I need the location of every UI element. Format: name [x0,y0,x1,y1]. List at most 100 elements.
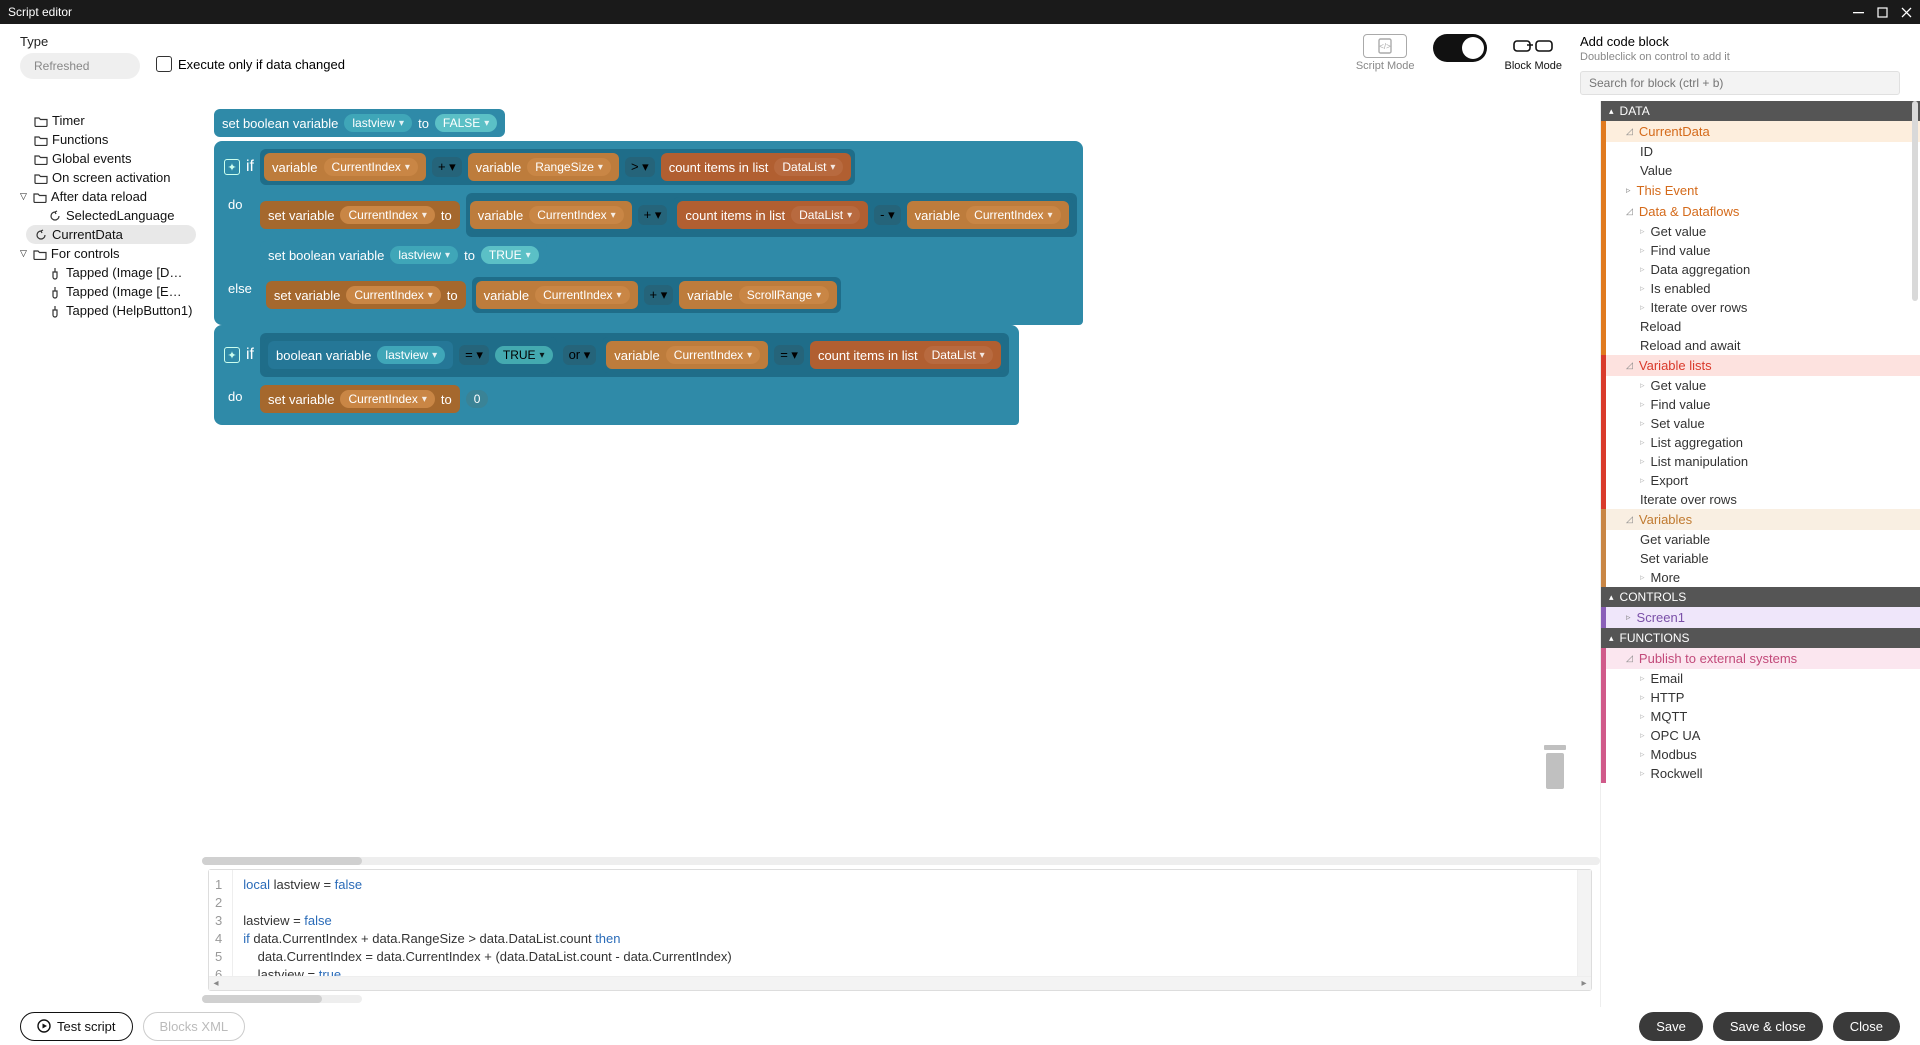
block-bool-var[interactable]: boolean variablelastview▾ [268,341,453,369]
tree-timer[interactable]: Timer [34,111,196,130]
code-vscroll[interactable] [1577,870,1591,990]
save-button[interactable]: Save [1639,1012,1703,1041]
block-set-var[interactable]: set variableCurrentIndex▾to [260,201,460,229]
save-close-button[interactable]: Save & close [1713,1012,1823,1041]
tree-for-controls[interactable]: ▽For controls [20,244,196,263]
item-value[interactable]: Value [1606,161,1920,180]
block-set-var[interactable]: set variableCurrentIndex▾to [260,385,460,413]
script-mode-icon[interactable]: </> [1363,34,1407,58]
value-false[interactable]: FALSE▾ [435,114,497,132]
item-iterate-rows[interactable]: ▹Iterate over rows [1606,298,1920,317]
group-publish[interactable]: ◿Publish to external systems [1606,648,1920,669]
item-rockwell[interactable]: ▹Rockwell [1606,764,1920,783]
close-button[interactable]: Close [1833,1012,1900,1041]
tree-on-screen[interactable]: On screen activation [34,168,196,187]
tree-current-data[interactable]: CurrentData [26,225,196,244]
value-true[interactable]: TRUE▾ [495,346,553,364]
code-text[interactable]: local lastview = false lastview = false … [233,870,1577,990]
item-mqtt[interactable]: ▹MQTT [1606,707,1920,726]
trash-icon[interactable] [1540,743,1570,793]
block-set-bool[interactable]: set boolean variable lastview▾ to TRUE▾ [260,241,547,269]
block-mode-icon[interactable] [1511,34,1555,58]
item-id[interactable]: ID [1606,142,1920,161]
block-variable[interactable]: variableCurrentIndex▾ [264,153,426,181]
item-vl-get[interactable]: ▹Get value [1606,376,1920,395]
item-more[interactable]: ▹More [1606,568,1920,587]
group-this-event[interactable]: ▹This Event [1606,180,1920,201]
maximize-icon[interactable] [1876,6,1888,18]
item-reload-await[interactable]: Reload and await [1606,336,1920,355]
op-plus[interactable]: + ▾ [432,157,462,177]
item-find-value[interactable]: ▹Find value [1606,241,1920,260]
section-controls[interactable]: ▴CONTROLS [1601,587,1920,607]
group-screen1[interactable]: ▹Screen1 [1606,607,1920,628]
tree-tap-help[interactable]: Tapped (HelpButton1) [34,301,196,320]
item-vl-iterate[interactable]: Iterate over rows [1606,490,1920,509]
item-reload[interactable]: Reload [1606,317,1920,336]
item-vl-listmanip[interactable]: ▹List manipulation [1606,452,1920,471]
section-functions[interactable]: ▴FUNCTIONS [1601,628,1920,648]
block-count-items[interactable]: count items in listDataList▾ [810,341,1001,369]
blocks-xml-button[interactable]: Blocks XML [143,1012,246,1041]
tree-tap-en[interactable]: Tapped (Image [EN_50px]) [34,282,196,301]
item-vl-set[interactable]: ▹Set value [1606,414,1920,433]
item-data-agg[interactable]: ▹Data aggregation [1606,260,1920,279]
execute-only-checkbox[interactable] [156,56,172,72]
var-lastview[interactable]: lastview▾ [344,114,412,132]
bottom-hscroll[interactable] [202,995,362,1003]
item-email[interactable]: ▹Email [1606,669,1920,688]
gear-icon[interactable]: ✦ [224,347,240,363]
section-data[interactable]: ▴DATA [1601,101,1920,121]
block-variable[interactable]: variableCurrentIndex▾ [606,341,768,369]
value-zero[interactable]: 0 [466,390,489,408]
block-variable[interactable]: variableCurrentIndex▾ [470,201,632,229]
item-is-enabled[interactable]: ▹Is enabled [1606,279,1920,298]
op-eq[interactable]: = ▾ [774,345,804,365]
block-variable[interactable]: variableScrollRange▾ [679,281,837,309]
canvas-hscroll[interactable] [202,857,1600,865]
block-variable[interactable]: variableCurrentIndex▾ [907,201,1069,229]
item-set-var[interactable]: Set variable [1606,549,1920,568]
code-hscroll[interactable]: ◂▸ [209,976,1591,990]
item-vl-find[interactable]: ▹Find value [1606,395,1920,414]
minimize-icon[interactable] [1852,6,1864,18]
block-variable[interactable]: variableRangeSize▾ [468,153,619,181]
group-variables[interactable]: ◿Variables [1606,509,1920,530]
item-opcua[interactable]: ▹OPC UA [1606,726,1920,745]
block-if[interactable]: ✦ if boolean variablelastview▾ = ▾ TRUE▾… [214,325,1019,425]
search-block-input[interactable] [1580,71,1900,95]
item-http[interactable]: ▹HTTP [1606,688,1920,707]
item-get-var[interactable]: Get variable [1606,530,1920,549]
op-eq[interactable]: = ▾ [459,345,489,365]
block-if-else[interactable]: ✦ if variableCurrentIndex▾ + ▾ variableR… [214,141,1083,325]
tree-tap-de[interactable]: Tapped (Image [DE_50px]) [34,263,196,282]
op-or[interactable]: or ▾ [563,345,597,365]
tree-after-reload[interactable]: ▽After data reload [20,187,196,206]
palette-scrollbar[interactable] [1912,101,1918,301]
block-count-items[interactable]: count items in listDataList▾ [677,201,868,229]
type-select[interactable]: Refreshed [20,53,140,79]
op-gt[interactable]: > ▾ [625,157,655,177]
blocks-canvas[interactable]: set boolean variable lastview▾ to FALSE▾… [200,101,1600,853]
item-vl-export[interactable]: ▹Export [1606,471,1920,490]
block-count-items[interactable]: count items in listDataList▾ [661,153,852,181]
op-minus[interactable]: - ▾ [874,205,900,225]
item-vl-listagg[interactable]: ▹List aggregation [1606,433,1920,452]
group-variable-lists[interactable]: ◿Variable lists [1606,355,1920,376]
mode-toggle[interactable] [1433,34,1487,62]
test-script-button[interactable]: Test script [20,1012,133,1041]
tree-selected-language[interactable]: SelectedLanguage [34,206,196,225]
close-window-icon[interactable] [1900,6,1912,18]
op-plus[interactable]: + ▾ [644,285,674,305]
block-set-bool[interactable]: set boolean variable lastview▾ to FALSE▾ [214,109,505,137]
op-plus[interactable]: + ▾ [638,205,668,225]
tree-functions[interactable]: Functions [34,130,196,149]
gear-icon[interactable]: ✦ [224,159,240,175]
block-set-var[interactable]: set variableCurrentIndex▾to [266,281,466,309]
item-get-value[interactable]: ▹Get value [1606,222,1920,241]
block-variable[interactable]: variableCurrentIndex▾ [476,281,638,309]
group-data-dataflows[interactable]: ◿Data & Dataflows [1606,201,1920,222]
tree-global-events[interactable]: Global events [34,149,196,168]
group-currentdata[interactable]: ◿CurrentData [1606,121,1920,142]
item-modbus[interactable]: ▹Modbus [1606,745,1920,764]
